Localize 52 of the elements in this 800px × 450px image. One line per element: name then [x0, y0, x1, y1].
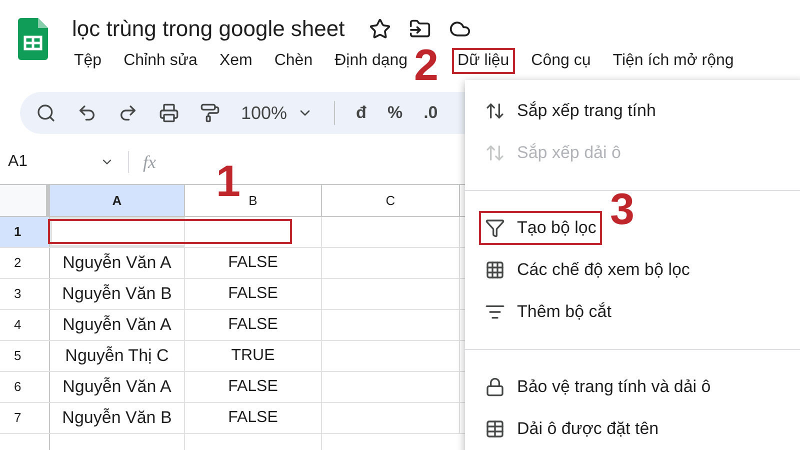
menu-bar-item[interactable]: Xem: [213, 48, 258, 74]
table-cell[interactable]: FALSE: [185, 248, 322, 278]
menu-item[interactable]: Các chế độ xem bộ lọc: [479, 253, 696, 287]
sort-icon: [485, 101, 505, 121]
table-cell[interactable]: FALSE: [185, 372, 322, 402]
function-label: fx: [143, 150, 156, 174]
step-number: 2: [414, 42, 438, 90]
format-button[interactable]: đ: [356, 100, 366, 126]
table-cell[interactable]: Nguyễn Văn A: [50, 248, 185, 278]
table-cell[interactable]: FALSE: [185, 310, 322, 340]
menu-item[interactable]: Bảo vệ trang tính và dải ô: [479, 370, 717, 404]
menu-bar-item[interactable]: Định dạng: [328, 48, 414, 74]
printer-icon[interactable]: [159, 103, 179, 123]
table-cell[interactable]: TRUE: [185, 341, 322, 371]
redo-icon[interactable]: [118, 103, 138, 123]
menu-bar-item[interactable]: Chỉnh sửa: [118, 48, 204, 74]
zoom-dropdown[interactable]: 100%: [241, 100, 314, 126]
grid-icon: [485, 260, 505, 280]
table-cell[interactable]: Nguyễn Thị C: [50, 341, 185, 371]
table-cell[interactable]: Nguyễn Văn B: [50, 279, 185, 309]
column-header[interactable]: A: [50, 185, 185, 216]
table-cell[interactable]: [50, 217, 185, 247]
menu-item[interactable]: Tạo bộ lọc: [479, 211, 602, 245]
table-cell[interactable]: FALSE: [185, 403, 322, 433]
menu-bar-item[interactable]: Tệp: [68, 48, 108, 74]
undo-icon[interactable]: [77, 103, 97, 123]
menu-item[interactable]: Dải ô được đặt tên: [479, 412, 665, 446]
menu-item[interactable]: Thêm bộ cắt: [479, 295, 618, 329]
table-cell[interactable]: Nguyễn Văn A: [50, 310, 185, 340]
menu-bar-item[interactable]: Dữ liệu: [452, 48, 516, 74]
search-icon[interactable]: [36, 103, 56, 123]
sort-icon: [485, 143, 505, 163]
table-cell[interactable]: FALSE: [185, 279, 322, 309]
table-cell[interactable]: Nguyễn Văn A: [50, 372, 185, 402]
menu-item[interactable]: Sắp xếp trang tính: [479, 94, 662, 128]
lock-icon: [485, 377, 505, 397]
filter-icon: [485, 218, 505, 238]
menu-bar-item[interactable]: Tiện ích mở rộng: [606, 48, 740, 74]
spreadsheet-logo-icon[interactable]: [18, 18, 48, 60]
name-box[interactable]: A1: [0, 150, 100, 174]
paint-roller-icon[interactable]: [200, 103, 220, 123]
document-title[interactable]: lọc trùng trong google sheet: [72, 14, 345, 44]
step-number: 3: [610, 186, 634, 234]
format-button[interactable]: .0: [424, 100, 438, 126]
format-button[interactable]: %: [387, 100, 403, 126]
folder-icon[interactable]: [408, 18, 431, 40]
star-icon[interactable]: [368, 18, 391, 40]
table-cell[interactable]: Nguyễn Văn B: [50, 403, 185, 433]
menu-bar-item[interactable]: Chèn: [268, 48, 319, 74]
menu-bar-item[interactable]: Công cụ: [525, 48, 597, 74]
row-header[interactable]: 1: [0, 217, 50, 247]
table-icon: [485, 419, 505, 439]
